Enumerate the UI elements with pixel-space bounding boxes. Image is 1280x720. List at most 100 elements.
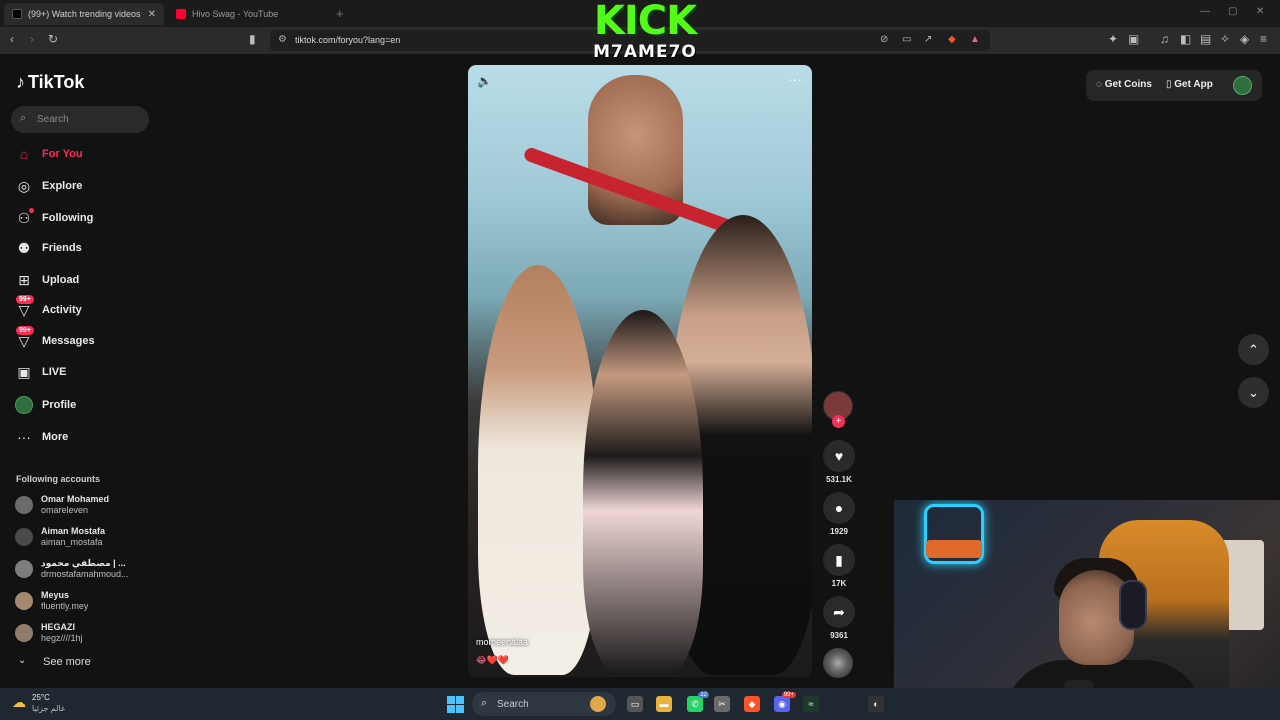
screenshot-icon[interactable]: ▣ (1128, 32, 1139, 46)
video-author[interactable]: momeenalaa (476, 637, 528, 647)
tiktok-favicon-icon (12, 9, 22, 19)
tab-youtube[interactable]: Hivo Swag - YouTube (168, 3, 333, 25)
close-tab-icon[interactable]: ✕ (148, 9, 156, 20)
live-icon: ▣ (17, 363, 31, 380)
nav-following[interactable]: ⚇ Following (0, 205, 170, 231)
video-player[interactable]: 🔈 ··· momeenalaa 😂❤️❤️ (468, 65, 812, 677)
streamer-webcam (894, 500, 1280, 720)
nav-label: Messages (42, 335, 95, 347)
search-input[interactable]: ⌕ Search (11, 106, 149, 133)
messenger-badge: 99+ (781, 692, 796, 698)
save-button[interactable]: ▮ 17K (822, 544, 856, 588)
messenger-icon[interactable]: ◉ 99+ (774, 692, 796, 712)
music-disc-icon[interactable] (823, 648, 853, 678)
rewards-icon[interactable]: ▲ (970, 34, 980, 45)
site-info-icon[interactable]: ⚙ (278, 34, 287, 45)
brave-browser-icon[interactable]: ◆ (744, 696, 760, 712)
taskbar-search[interactable]: ⌕ Search (472, 692, 616, 716)
windows-start-icon[interactable] (447, 696, 464, 713)
nav-live[interactable]: ▣ LIVE (0, 359, 170, 385)
kick-overlay-logo: KICK M7AME7O (587, 0, 703, 72)
weather-description: غالم جزئيا (32, 704, 66, 713)
like-button[interactable]: ♥ 531.1K (822, 440, 856, 484)
search-icon: ⌕ (481, 697, 488, 709)
close-window-icon[interactable]: ✕ (1256, 6, 1264, 17)
chevron-down-icon: ⌄ (18, 655, 27, 666)
following-account[interactable]: Meyus fluently.mey (0, 588, 170, 616)
previous-video-button[interactable]: ⌃ (1238, 334, 1269, 365)
share-icon[interactable]: ↗ (924, 34, 932, 45)
following-account[interactable]: Omar Mohamed omareleven (0, 492, 170, 520)
account-name: HEGAZI (41, 622, 76, 632)
task-view-icon[interactable]: ▭ (627, 696, 643, 712)
avatar[interactable] (1233, 76, 1252, 95)
see-more-button[interactable]: ⌄ See more (0, 654, 170, 672)
like-count: 531.1K (826, 475, 852, 484)
nav-messages[interactable]: ▽ 99+ Messages (0, 326, 170, 354)
bookmark-icon[interactable]: ▮ (249, 32, 256, 46)
following-account[interactable]: HEGAZI hegz////1hj (0, 620, 170, 648)
search-highlight-icon (590, 696, 606, 712)
wallet-icon[interactable]: ▤ (1200, 32, 1211, 46)
nav-label: Profile (42, 399, 77, 411)
reload-icon[interactable]: ↻ (48, 32, 58, 46)
nav-upload[interactable]: ⊞ Upload (0, 267, 170, 293)
youtube-favicon-icon (176, 9, 186, 19)
file-explorer-icon[interactable]: ▬ (656, 696, 672, 712)
snipping-tool-icon[interactable]: ✂ (714, 696, 730, 712)
menu-icon[interactable]: ≡ (1260, 32, 1267, 46)
new-tab-button[interactable]: + (336, 6, 344, 21)
discord-tray-icon[interactable]: ◐ (868, 696, 884, 712)
windows-taskbar: ☁ 25°C غالم جزئيا ⌕ Search ▭ ▬ ✆ 22 ✂ ◆ ◉… (0, 688, 1280, 720)
see-more-label: See more (43, 656, 91, 668)
weather-icon: ☁ (12, 694, 26, 710)
maximize-icon[interactable]: ▢ (1228, 6, 1237, 17)
brave-shield-icon[interactable]: ◆ (948, 34, 956, 45)
nav-label: More (42, 431, 69, 443)
cast-icon[interactable]: ▭ (902, 34, 911, 45)
comment-button[interactable]: ● 1929 (822, 492, 856, 536)
tab-tiktok[interactable]: (99+) Watch trending videos for ✕ (4, 3, 164, 25)
leo-ai-icon[interactable]: ✧ (1220, 32, 1230, 46)
nav-for-you[interactable]: ⌂ For You (0, 141, 170, 167)
nav-label: Activity (42, 304, 82, 316)
forward-icon[interactable]: › (30, 32, 34, 46)
follow-plus-icon[interactable]: + (832, 415, 845, 428)
avatar (15, 560, 33, 578)
share-button[interactable]: ➦ 9361 (822, 596, 856, 640)
nav-friends[interactable]: ⚉ Friends (0, 235, 170, 261)
nav-more[interactable]: ··· More (0, 424, 170, 450)
minimize-icon[interactable]: — (1200, 6, 1210, 17)
tiktok-logo[interactable]: ♪ TikTok (16, 72, 84, 93)
music-icon[interactable]: ♫ (1160, 32, 1169, 46)
get-coins-button[interactable]: ◌ Get Coins (1096, 79, 1152, 90)
get-app-button[interactable]: ▯ Get App (1166, 79, 1213, 90)
tab-title: (99+) Watch trending videos for (28, 9, 142, 19)
nav-profile[interactable]: Profile (0, 392, 170, 418)
following-account[interactable]: مصطفي محمود | ... drmostafamahmoud... (0, 556, 170, 584)
account-username: drmostafamahmoud... (41, 569, 129, 579)
nav-explore[interactable]: ◎ Explore (0, 173, 170, 199)
back-icon[interactable]: ‹ (10, 32, 14, 46)
next-video-button[interactable]: ⌄ (1238, 377, 1269, 408)
more-options-icon[interactable]: ··· (788, 71, 802, 87)
account-name: Meyus (41, 590, 70, 600)
no-video-icon[interactable]: ⊘ (880, 34, 888, 45)
compass-icon: ◎ (17, 177, 31, 194)
extensions-icon[interactable]: ✦ (1108, 32, 1118, 46)
search-placeholder: Search (37, 114, 69, 125)
nav-label: LIVE (42, 366, 67, 378)
avatar (15, 592, 33, 610)
share-count: 9361 (830, 631, 848, 640)
chevron-down-icon: ⌄ (1248, 384, 1259, 400)
following-accounts-title: Following accounts (16, 474, 101, 484)
whatsapp-icon[interactable]: ✆ 22 (687, 692, 709, 712)
vpn-icon[interactable]: ◈ (1240, 32, 1249, 46)
sidebar-toggle-icon[interactable]: ◧ (1180, 32, 1191, 46)
following-account[interactable]: Aiman Mostafa aiman_mostafa (0, 524, 170, 552)
channel-name: M7AME7O (593, 42, 697, 62)
avatar (15, 624, 33, 642)
volume-icon[interactable]: 🔈 (477, 74, 492, 88)
nav-activity[interactable]: ▽ 99+ Activity (0, 295, 170, 323)
app-icon[interactable]: ≈ (803, 696, 819, 712)
